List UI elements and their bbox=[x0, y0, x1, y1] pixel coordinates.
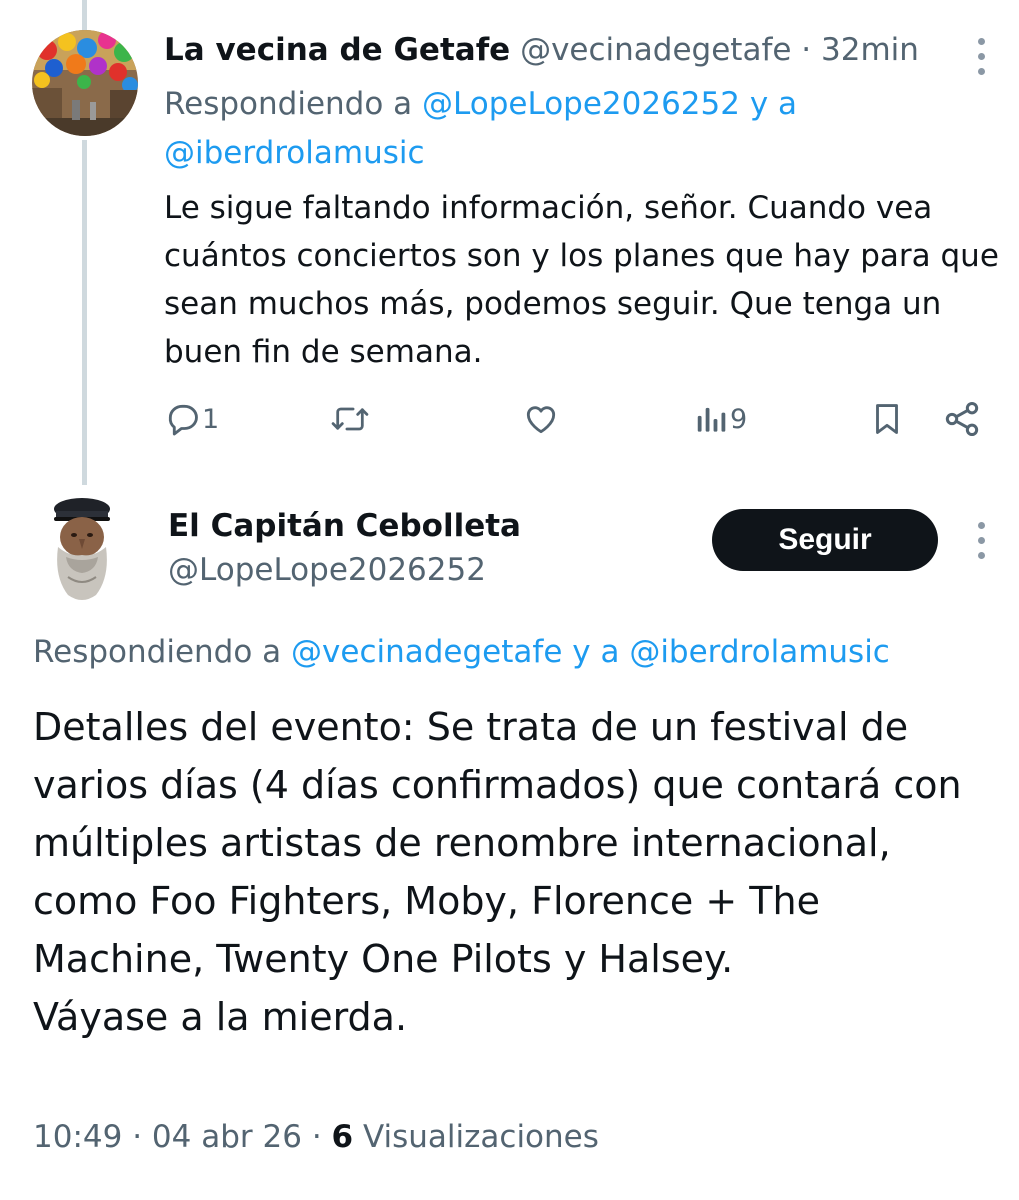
replying-join: y a bbox=[749, 86, 798, 122]
tweet-text: Detalles del evento: Se trata de un fest… bbox=[33, 698, 993, 1046]
tweet-time[interactable]: 32min bbox=[821, 32, 919, 68]
like-icon bbox=[522, 400, 560, 438]
replying-prefix: Respondiendo a bbox=[164, 86, 413, 122]
share-button[interactable] bbox=[942, 395, 982, 443]
display-name[interactable]: El Capitán Cebolleta bbox=[168, 504, 521, 548]
views-button[interactable]: 9 bbox=[694, 395, 747, 443]
reply-button[interactable]: 1 bbox=[164, 395, 219, 443]
tweet-text: Le sigue faltando información, señor. Cu… bbox=[164, 190, 999, 370]
mention-link[interactable]: @LopeLope2026252 bbox=[422, 86, 740, 122]
tweet-text-paragraph: Detalles del evento: Se trata de un fest… bbox=[33, 705, 962, 981]
avatar[interactable] bbox=[32, 30, 138, 136]
share-icon bbox=[942, 399, 982, 439]
reply-count: 1 bbox=[202, 403, 220, 435]
views-icon bbox=[694, 400, 730, 438]
views-label: Visualizaciones bbox=[362, 1119, 599, 1155]
bookmark-button[interactable] bbox=[868, 395, 906, 443]
separator: · bbox=[801, 32, 812, 68]
tweet-text-paragraph: Váyase a la mierda. bbox=[33, 995, 408, 1039]
mention-link[interactable]: @vecinadegetafe bbox=[291, 634, 562, 670]
user-handle[interactable]: @LopeLope2026252 bbox=[168, 548, 486, 592]
tweet-meta: 10:49 · 04 abr 26 · 6 Visualizaciones bbox=[33, 1119, 599, 1155]
replying-join: y a bbox=[572, 634, 620, 670]
tweet-header: La vecina de Getafe @vecinadegetafe · 32… bbox=[164, 28, 919, 72]
tweet-date[interactable]: 04 abr 26 bbox=[152, 1119, 302, 1155]
retweet-button[interactable] bbox=[330, 395, 370, 443]
mention-link[interactable]: @iberdrolamusic bbox=[164, 135, 425, 171]
bookmark-icon bbox=[868, 400, 906, 438]
avatar[interactable] bbox=[44, 497, 120, 603]
views-count: 9 bbox=[730, 403, 748, 435]
more-options-icon[interactable] bbox=[976, 34, 986, 80]
replying-prefix: Respondiendo a bbox=[33, 634, 282, 670]
tweet-time[interactable]: 10:49 bbox=[33, 1119, 122, 1155]
mention-link[interactable]: @iberdrolamusic bbox=[629, 634, 890, 670]
like-button[interactable] bbox=[522, 395, 560, 443]
reply-icon bbox=[164, 400, 202, 438]
thread-line bbox=[82, 140, 87, 485]
replying-to: Respondiendo a @LopeLope2026252 y a @ibe… bbox=[164, 80, 984, 178]
replying-to: Respondiendo a @vecinadegetafe y a @iber… bbox=[33, 630, 890, 674]
retweet-icon bbox=[330, 400, 370, 438]
thread-line-top bbox=[82, 0, 87, 30]
follow-button[interactable]: Seguir bbox=[712, 509, 938, 571]
display-name[interactable]: La vecina de Getafe bbox=[164, 32, 510, 68]
more-options-icon[interactable] bbox=[976, 518, 986, 564]
user-handle[interactable]: @vecinadegetafe bbox=[520, 32, 791, 68]
views-count: 6 bbox=[331, 1119, 354, 1155]
action-bar: 1 9 bbox=[160, 395, 990, 443]
